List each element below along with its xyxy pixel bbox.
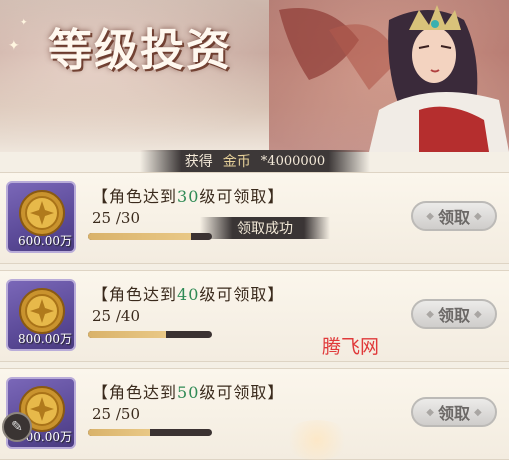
list-item: 800.00万 【角色达到40级可领取】 25 /40 ◆ 领取 ◆	[0, 270, 509, 362]
requirement-level: 50	[177, 383, 200, 402]
progress-bar-fill	[88, 429, 150, 436]
watermark: 腾飞网	[322, 336, 380, 358]
requirement-level: 40	[177, 285, 200, 304]
progress-bar-fill	[88, 331, 166, 338]
ornament-icon: ◆	[474, 406, 482, 418]
reward-strip: 获得 金币 *4000000	[140, 150, 370, 172]
claim-button[interactable]: ◆ 领取 ◆	[411, 299, 497, 329]
progress-text: 25 /30	[92, 209, 140, 227]
reward-item[interactable]: 600.00万	[6, 181, 76, 253]
reward-item[interactable]: 800.00万	[6, 279, 76, 351]
edit-icon[interactable]: ✎	[2, 412, 32, 442]
progress-text: 25 /40	[92, 307, 140, 325]
toast-claim-success: 领取成功	[200, 217, 330, 239]
progress-text: 25 /50	[92, 405, 140, 423]
claim-button[interactable]: ◆ 领取 ◆	[411, 201, 497, 231]
requirement-text: 【角色达到30级可领取】	[92, 187, 285, 206]
ornament-icon: ◆	[426, 210, 434, 222]
glow-effect	[282, 420, 352, 460]
requirement-text: 【角色达到40级可领取】	[92, 285, 285, 304]
banner: ✦ ✦ 等级投资	[0, 0, 509, 152]
ornament-icon: ◆	[426, 308, 434, 320]
reward-amount: *4000000	[260, 153, 326, 169]
claim-button[interactable]: ◆ 领取 ◆	[411, 397, 497, 427]
gold-coin-icon	[19, 288, 65, 334]
reward-item-amount: 600.00万	[18, 234, 72, 248]
reward-item-amount: 800.00万	[18, 332, 72, 346]
requirement-text: 【角色达到50级可领取】	[92, 383, 285, 402]
ornament-icon: ◆	[426, 406, 434, 418]
ornament-icon: ◆	[474, 308, 482, 320]
progress-bar	[88, 233, 212, 240]
progress-bar	[88, 429, 212, 436]
progress-bar	[88, 331, 212, 338]
progress-bar-fill	[88, 233, 192, 240]
banner-title: 等级投资	[48, 25, 232, 76]
reward-currency: 金币	[222, 154, 251, 170]
requirement-level: 30	[177, 187, 200, 206]
list-item: 600.00万 【角色达到30级可领取】 25 /30 领取成功 ◆ 领取 ◆	[0, 172, 509, 264]
character-portrait	[269, 0, 509, 152]
gold-coin-icon	[19, 190, 65, 236]
sparkle-icon: ✦	[20, 18, 28, 28]
sparkle-icon: ✦	[8, 38, 20, 54]
reward-label: 获得	[184, 154, 213, 170]
list-item: 00.00万 【角色达到50级可领取】 25 /50 ◆ 领取 ◆	[0, 368, 509, 460]
ornament-icon: ◆	[474, 210, 482, 222]
